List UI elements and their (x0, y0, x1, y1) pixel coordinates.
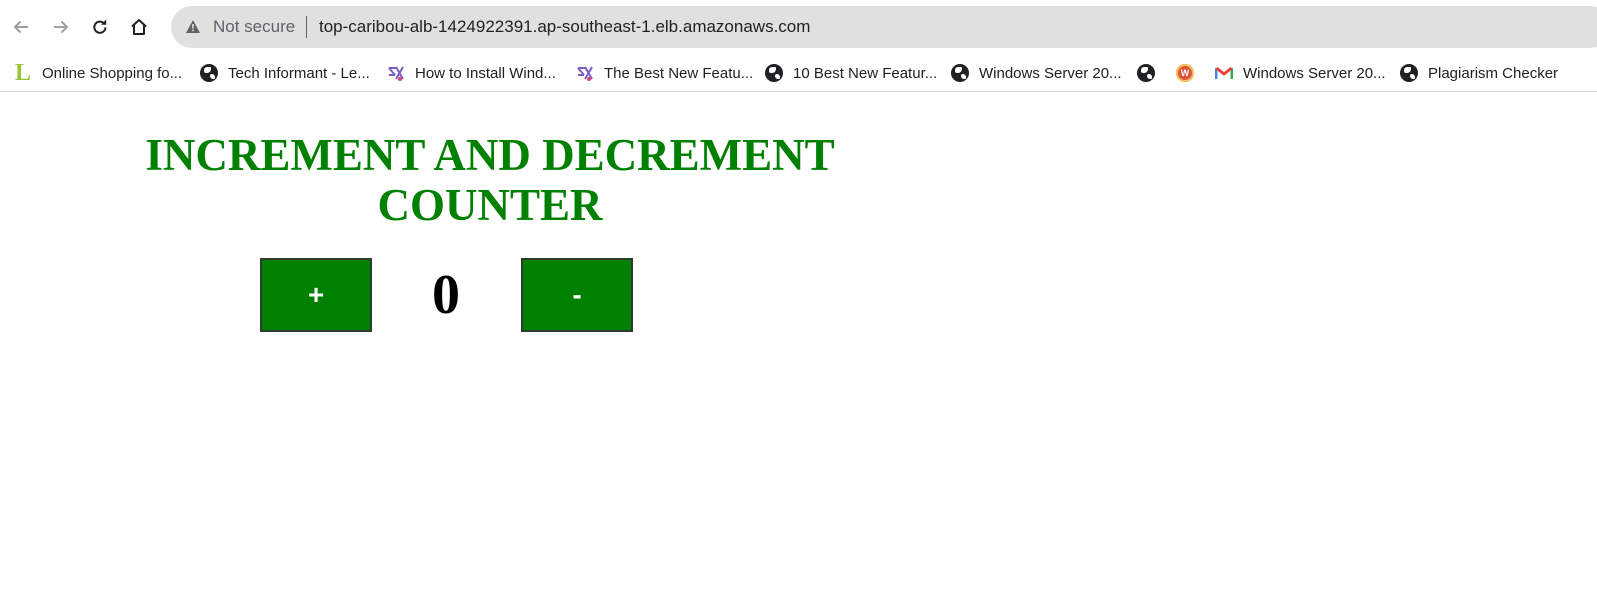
bookmark-windows-server-1[interactable]: Windows Server 20... (951, 54, 1122, 92)
bookmark-label: Online Shopping fo... (42, 64, 183, 82)
bookmark-label: Plagiarism Checker (1428, 64, 1559, 82)
forward-button[interactable] (44, 10, 78, 44)
counter-value: 0 (432, 264, 460, 326)
bookmark-windows-server-2[interactable]: Windows Server 20... (1215, 54, 1386, 92)
bookmark-10-best-features[interactable]: 10 Best New Featur... (765, 54, 937, 92)
bookmark-label: The Best New Featu... (604, 64, 754, 82)
browser-toolbar: Not secure top-caribou-alb-1424922391.ap… (0, 0, 1597, 54)
globe-icon (765, 64, 783, 82)
url-text[interactable]: top-caribou-alb-1424922391.ap-southeast-… (319, 17, 810, 37)
bookmark-label: How to Install Wind... (415, 64, 556, 82)
security-status[interactable]: Not secure (213, 17, 295, 37)
decrement-button[interactable]: - (521, 258, 633, 332)
globe-icon (1137, 64, 1155, 82)
globe-icon (951, 64, 969, 82)
bookmark-online-shopping[interactable]: L Online Shopping fo... (14, 54, 182, 92)
bookmark-label: 10 Best New Featur... (793, 64, 938, 82)
globe-icon (1400, 64, 1418, 82)
bookmark-globe[interactable] (1137, 54, 1155, 92)
page-title: INCREMENT AND DECREMENT COUNTER (145, 130, 835, 230)
warning-icon (186, 20, 200, 33)
bookmark-best-new-features[interactable]: The Best New Featu... (576, 54, 753, 92)
reload-button[interactable] (83, 10, 117, 44)
arrow-left-icon (13, 20, 28, 34)
home-button[interactable] (122, 10, 156, 44)
bookmark-label: Tech Informant - Le... (228, 64, 370, 82)
gmail-icon (1215, 64, 1233, 82)
omnibox-divider (306, 16, 307, 38)
bookmarks-bar: L Online Shopping fo... Tech Informant -… (0, 54, 1597, 92)
bookmark-label: Windows Server 20... (1243, 64, 1386, 82)
address-bar[interactable]: Not secure top-caribou-alb-1424922391.ap… (171, 6, 1597, 48)
letter-l-icon: L (14, 60, 31, 86)
arrow-right-icon (54, 20, 69, 34)
site-logo-icon (387, 64, 405, 82)
w-badge-icon: W (1176, 64, 1194, 82)
bookmark-w-badge[interactable]: W (1176, 54, 1194, 92)
globe-icon (200, 64, 218, 82)
home-icon (131, 19, 147, 35)
bookmark-label: Windows Server 20... (979, 64, 1122, 82)
bookmark-how-to-install[interactable]: How to Install Wind... (387, 54, 556, 92)
reload-icon (93, 19, 107, 34)
back-button[interactable] (4, 10, 38, 44)
increment-button[interactable]: + (260, 258, 372, 332)
bookmark-tech-informant[interactable]: Tech Informant - Le... (200, 54, 370, 92)
bookmark-plagiarism-checker[interactable]: Plagiarism Checker (1400, 54, 1558, 92)
site-logo-icon (576, 64, 594, 82)
